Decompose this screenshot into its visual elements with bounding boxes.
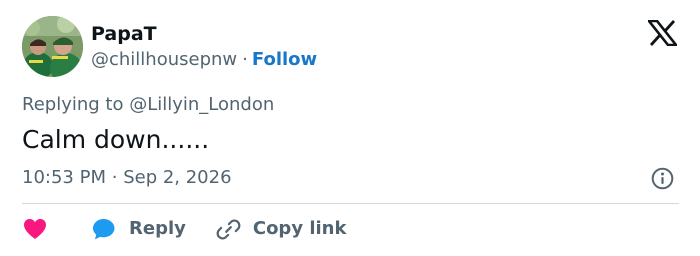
x-logo-icon[interactable] [648,20,677,46]
divider [22,203,679,204]
tweet-embed-card: PapaT @chillhousepnw · Follow Replying to … [0,0,700,256]
author-name[interactable]: PapaT [91,22,157,46]
copy-link-button[interactable]: Copy link [216,217,347,242]
like-button[interactable] [22,216,48,242]
info-icon[interactable] [651,167,674,190]
speech-bubble-icon [91,216,117,242]
author-handle-row: @chillhousepnw · Follow [91,49,317,71]
action-bar: Reply Copy link [22,216,346,242]
avatar-photo [22,16,83,77]
tweet-time[interactable]: 10:53 PM [22,167,106,188]
timestamp-separator: · [111,167,118,188]
copy-link-label: Copy link [252,218,347,239]
follow-button[interactable]: Follow [252,49,317,70]
author-handle[interactable]: @chillhousepnw [91,49,237,70]
tweet-timestamp[interactable]: 10:53 PM · Sep 2, 2026 [22,167,232,189]
link-icon [216,217,241,242]
reply-label: Reply [129,218,186,239]
heart-icon [24,219,46,239]
replying-to[interactable]: Replying to @Lillyin_London [22,94,274,116]
tweet-text: Calm down...... [22,125,210,154]
avatar[interactable] [22,16,83,77]
handle-separator: · [242,49,248,70]
tweet-date[interactable]: Sep 2, 2026 [123,167,231,188]
reply-button[interactable]: Reply [91,216,186,242]
